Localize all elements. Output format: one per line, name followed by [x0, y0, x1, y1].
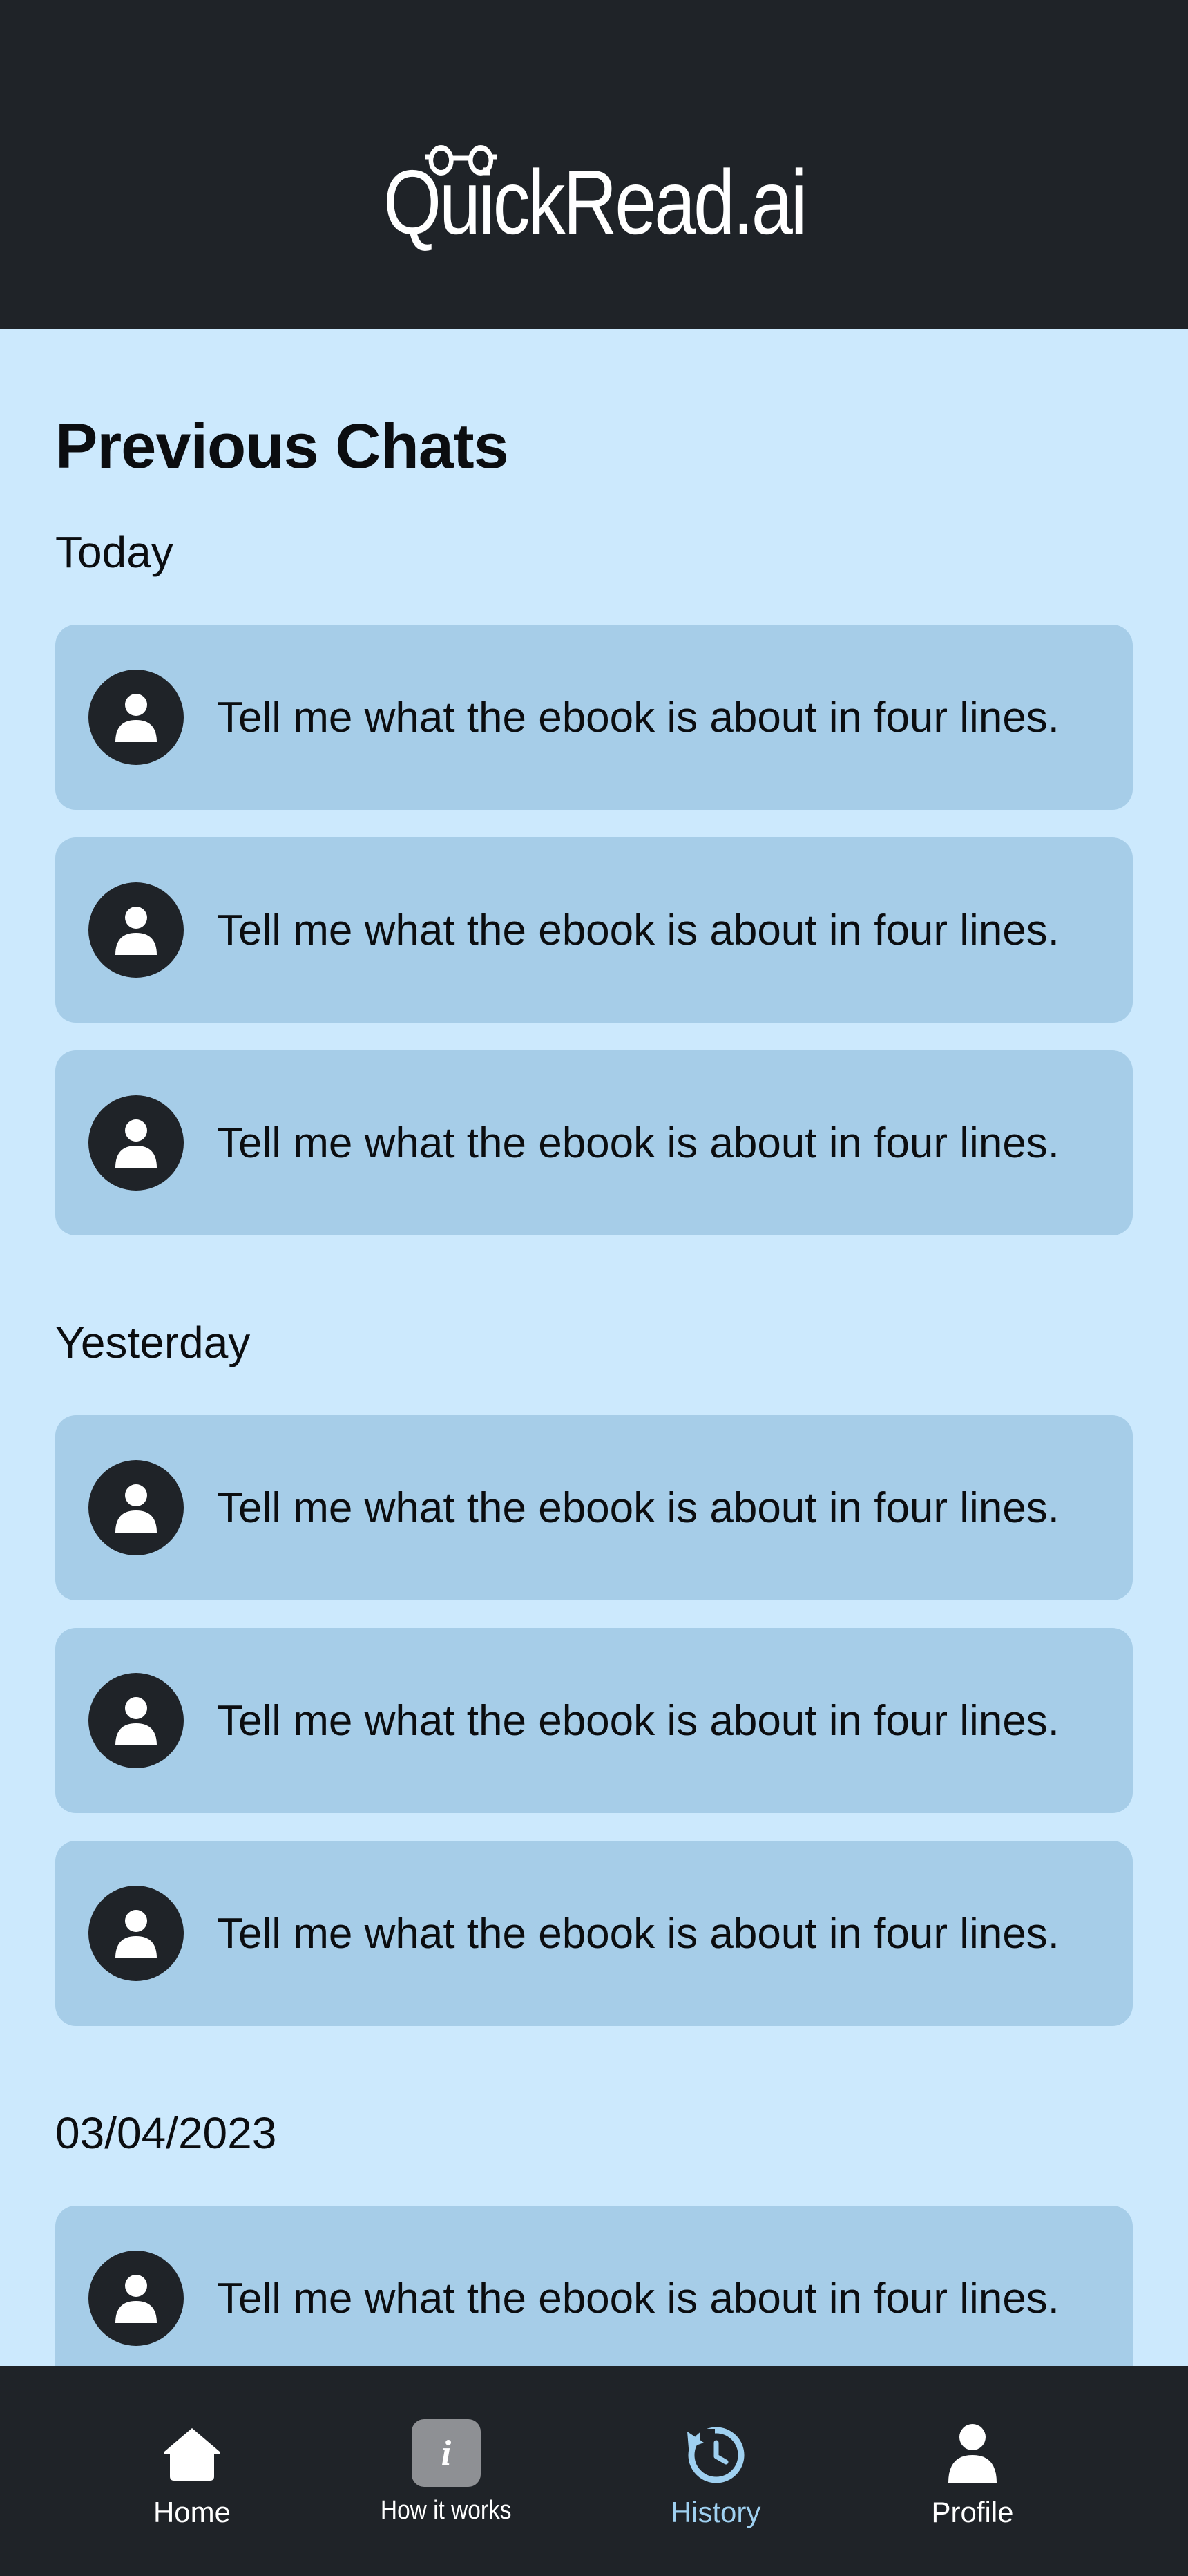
user-icon — [115, 694, 157, 742]
page-title: Previous Chats — [55, 411, 509, 482]
section-label-date: 03/04/2023 — [55, 2108, 277, 2158]
avatar — [88, 1095, 184, 1191]
user-icon — [115, 1484, 157, 1533]
chat-text: Tell me what the ebook is about in four … — [217, 693, 1060, 741]
section-label-today: Today — [55, 527, 173, 577]
home-icon — [157, 2418, 227, 2488]
nav-item-home[interactable]: Home — [88, 2366, 296, 2576]
section-label-yesterday: Yesterday — [55, 1318, 251, 1367]
app-header: QuickRead.ai — [0, 0, 1188, 329]
chat-text: Tell me what the ebook is about in four … — [217, 906, 1060, 954]
nav-item-profile[interactable]: Profile — [869, 2366, 1076, 2576]
user-icon — [115, 1910, 157, 1958]
avatar — [88, 882, 184, 978]
user-icon — [115, 907, 157, 955]
avatar — [88, 1886, 184, 1981]
history-icon — [681, 2418, 750, 2488]
chat-item[interactable]: Tell me what the ebook is about in four … — [55, 1050, 1133, 1235]
bottom-nav: Home i How it works History Profile — [0, 2366, 1188, 2576]
chat-item[interactable]: Tell me what the ebook is about in four … — [55, 1628, 1133, 1813]
chat-item[interactable]: Tell me what the ebook is about in four … — [55, 837, 1133, 1023]
user-icon — [115, 1119, 157, 1168]
chat-item[interactable]: Tell me what the ebook is about in four … — [55, 625, 1133, 810]
user-icon — [115, 2275, 157, 2323]
user-icon — [115, 1697, 157, 1745]
avatar — [88, 670, 184, 765]
user-icon — [938, 2418, 1007, 2488]
chat-text: Tell me what the ebook is about in four … — [217, 1909, 1060, 1958]
brand-logo: QuickRead.ai — [383, 145, 807, 248]
chat-text: Tell me what the ebook is about in four … — [217, 1696, 1060, 1745]
chat-item[interactable]: Tell me what the ebook is about in four … — [55, 1415, 1133, 1600]
svg-text:i: i — [441, 2434, 452, 2473]
nav-label-home: Home — [153, 2496, 231, 2528]
avatar — [88, 1673, 184, 1768]
avatar — [88, 1460, 184, 1555]
nav-item-history[interactable]: History — [612, 2366, 819, 2576]
nav-label-how-it-works: How it works — [381, 2496, 512, 2525]
chat-item[interactable]: Tell me what the ebook is about in four … — [55, 1841, 1133, 2026]
chat-item[interactable]: Tell me what the ebook is about in four … — [55, 2206, 1133, 2391]
chat-text: Tell me what the ebook is about in four … — [217, 1484, 1060, 1532]
chat-text: Tell me what the ebook is about in four … — [217, 1119, 1060, 1167]
nav-item-how-it-works[interactable]: i How it works — [343, 2366, 550, 2576]
avatar — [88, 2251, 184, 2346]
nav-label-history: History — [670, 2496, 761, 2528]
info-icon: i — [412, 2418, 481, 2488]
glasses-icon — [425, 145, 497, 176]
nav-label-profile: Profile — [931, 2496, 1014, 2528]
chat-text: Tell me what the ebook is about in four … — [217, 2274, 1060, 2322]
